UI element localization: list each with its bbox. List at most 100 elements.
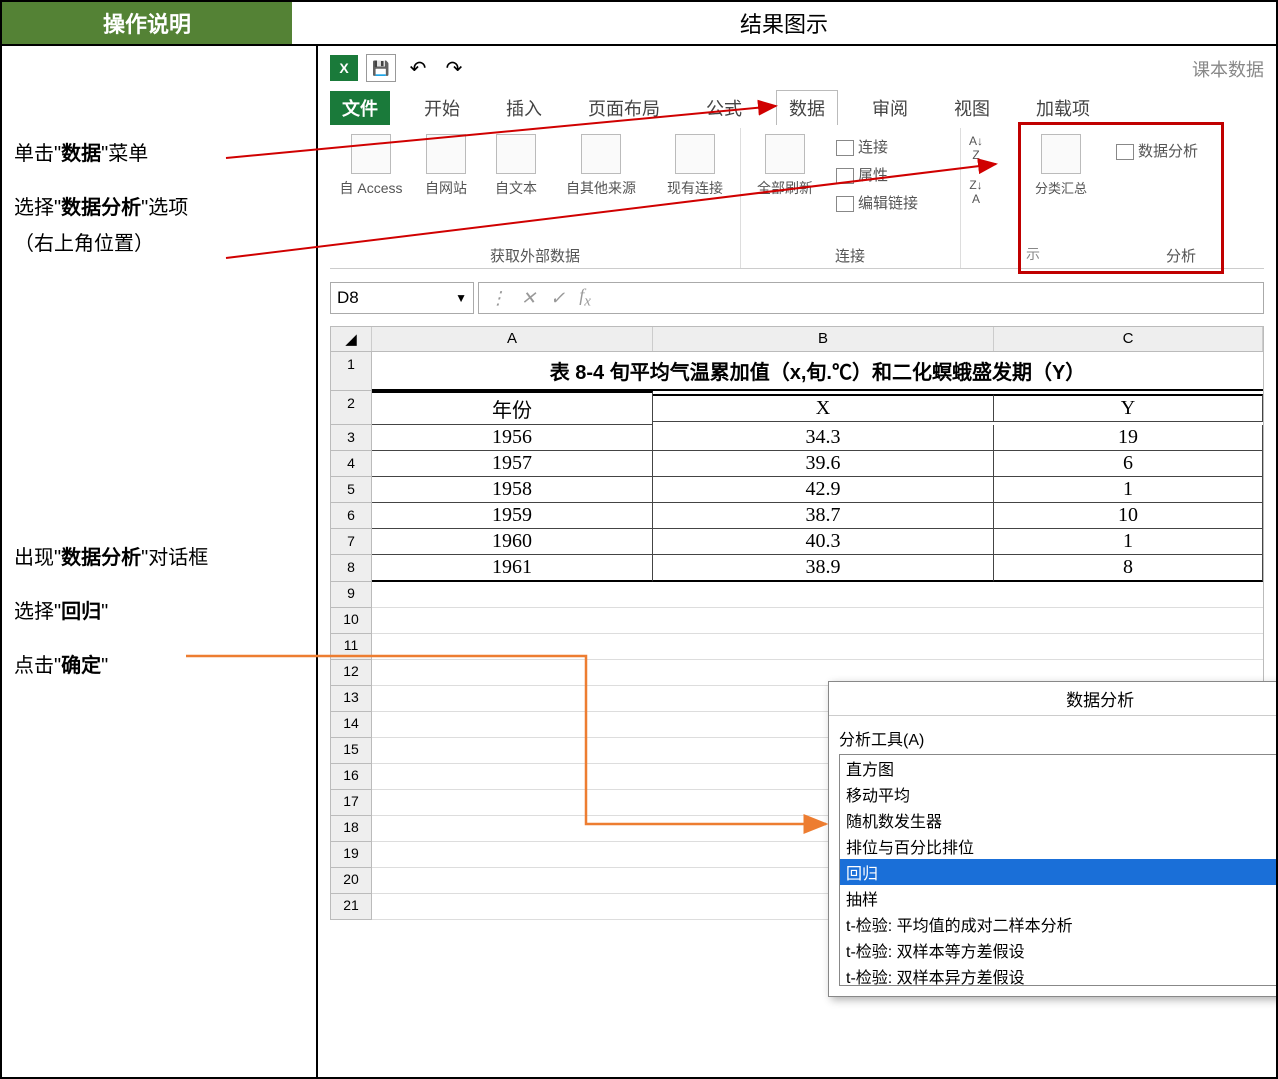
dialog-titlebar[interactable]: 数据分析 ? ✕ <box>829 682 1278 716</box>
row-num[interactable]: 15 <box>331 738 372 764</box>
row-num[interactable]: 3 <box>331 425 372 451</box>
btn-from-web[interactable]: 自网站 <box>416 134 476 198</box>
row-num[interactable]: 6 <box>331 503 372 529</box>
editlink-icon <box>836 196 854 212</box>
btn-from-text[interactable]: 自文本 <box>486 134 546 198</box>
btn-properties[interactable]: 属性 <box>836 164 888 185</box>
btn-sort-asc[interactable]: A↓Z <box>964 134 988 162</box>
cell[interactable]: 40.3 <box>653 529 994 555</box>
tab-file[interactable]: 文件 <box>330 91 390 125</box>
tab-layout[interactable]: 页面布局 <box>576 91 672 125</box>
cell[interactable]: 1 <box>994 477 1263 503</box>
quick-access-toolbar: X 💾 ↶ ↷ <box>330 54 468 82</box>
tab-data[interactable]: 数据 <box>776 90 838 125</box>
cell[interactable]: X <box>653 394 994 422</box>
btn-data-analysis[interactable]: 数据分析 <box>1116 140 1198 161</box>
page-header: 操作说明 结果图示 <box>2 2 1276 46</box>
fx-icon[interactable]: fx <box>579 285 591 311</box>
formula-bar[interactable]: ⋮ ✕ ✓ fx <box>478 282 1264 314</box>
dialog-title: 数据分析 <box>837 686 1278 711</box>
cancel-x-icon[interactable]: ✕ <box>521 288 536 309</box>
access-icon <box>351 134 391 174</box>
analysis-icon <box>1116 144 1134 160</box>
row-num[interactable]: 4 <box>331 451 372 477</box>
list-item[interactable]: 移动平均 <box>840 781 1278 807</box>
undo-icon[interactable]: ↶ <box>404 55 432 81</box>
dialog-body: 分析工具(A) 直方图移动平均随机数发生器排位与百分比排位回归抽样t-检验: 平… <box>829 716 1278 996</box>
cell[interactable]: 38.9 <box>653 555 994 582</box>
redo-icon[interactable]: ↷ <box>440 55 468 81</box>
btn-refresh-all[interactable]: 全部刷新 <box>750 134 820 198</box>
row-num[interactable]: 12 <box>331 660 372 686</box>
cell[interactable]: 1959 <box>372 503 653 529</box>
cell[interactable]: 38.7 <box>653 503 994 529</box>
row-num[interactable]: 17 <box>331 790 372 816</box>
chevron-down-icon[interactable]: ▼ <box>455 291 467 305</box>
cell[interactable]: 39.6 <box>653 451 994 477</box>
ribbon-group-connections: 全部刷新 连接 属性 编辑链接 连接 <box>740 128 961 268</box>
cell[interactable]: 19 <box>994 425 1263 451</box>
row-num[interactable]: 13 <box>331 686 372 712</box>
select-all-corner[interactable]: ◢ <box>331 327 372 351</box>
tools-listbox[interactable]: 直方图移动平均随机数发生器排位与百分比排位回归抽样t-检验: 平均值的成对二样本… <box>839 754 1278 986</box>
list-item[interactable]: t-检验: 平均值的成对二样本分析 <box>840 911 1278 937</box>
tab-formula[interactable]: 公式 <box>694 91 754 125</box>
col-A[interactable]: A <box>372 327 653 351</box>
cell[interactable]: 年份 <box>372 391 653 425</box>
tab-addin[interactable]: 加载项 <box>1024 91 1102 125</box>
row-num[interactable]: 14 <box>331 712 372 738</box>
cell[interactable]: 1957 <box>372 451 653 477</box>
row-num[interactable]: 7 <box>331 529 372 555</box>
tab-home[interactable]: 开始 <box>412 91 472 125</box>
cell[interactable]: 1956 <box>372 425 653 451</box>
list-item[interactable]: 随机数发生器 <box>840 807 1278 833</box>
row-num[interactable]: 5 <box>331 477 372 503</box>
btn-subtotal[interactable]: 分类汇总 <box>1026 134 1096 197</box>
cell[interactable]: 1961 <box>372 555 653 582</box>
row-num[interactable]: 1 <box>331 352 372 391</box>
cell[interactable]: 6 <box>994 451 1263 477</box>
cell[interactable]: 42.9 <box>653 477 994 503</box>
btn-from-access[interactable]: 自 Access <box>336 134 406 198</box>
btn-from-other[interactable]: 自其他来源 <box>556 134 646 198</box>
column-headers: ◢ A B C <box>330 326 1264 352</box>
row-num[interactable]: 20 <box>331 868 372 894</box>
tab-view[interactable]: 视图 <box>942 91 1002 125</box>
list-item[interactable]: t-检验: 双样本异方差假设 <box>840 963 1278 986</box>
row-num[interactable]: 10 <box>331 608 372 634</box>
row-num[interactable]: 2 <box>331 391 372 425</box>
cell[interactable]: Y <box>994 394 1263 422</box>
row-num[interactable]: 8 <box>331 555 372 582</box>
col-C[interactable]: C <box>994 327 1263 351</box>
row-num[interactable]: 9 <box>331 582 372 608</box>
save-icon[interactable]: 💾 <box>366 54 396 82</box>
table-row: 8 1961 38.9 8 <box>330 555 1264 582</box>
list-item[interactable]: 直方图 <box>840 755 1278 781</box>
cell[interactable]: 1 <box>994 529 1263 555</box>
row-num[interactable]: 16 <box>331 764 372 790</box>
step-3: 出现"数据分析"对话框 <box>14 540 304 576</box>
cell[interactable]: 1960 <box>372 529 653 555</box>
list-item[interactable]: 排位与百分比排位 <box>840 833 1278 859</box>
list-item[interactable]: t-检验: 双样本等方差假设 <box>840 937 1278 963</box>
tab-review[interactable]: 审阅 <box>860 91 920 125</box>
row-num[interactable]: 18 <box>331 816 372 842</box>
list-item[interactable]: 抽样 <box>840 885 1278 911</box>
cell[interactable]: 1958 <box>372 477 653 503</box>
btn-existing-conn[interactable]: 现有连接 <box>660 134 730 198</box>
col-B[interactable]: B <box>653 327 994 351</box>
name-box[interactable]: D8 ▼ <box>330 282 474 314</box>
row-num[interactable]: 19 <box>331 842 372 868</box>
btn-connections[interactable]: 连接 <box>836 136 888 157</box>
row-num[interactable]: 21 <box>331 894 372 920</box>
list-item[interactable]: 回归 <box>840 859 1278 885</box>
enter-check-icon[interactable]: ✓ <box>550 288 565 309</box>
row-num[interactable]: 11 <box>331 634 372 660</box>
cell[interactable]: 34.3 <box>653 425 994 451</box>
tab-insert[interactable]: 插入 <box>494 91 554 125</box>
btn-sort-desc[interactable]: Z↓A <box>964 178 988 206</box>
cell[interactable]: 10 <box>994 503 1263 529</box>
btn-edit-links[interactable]: 编辑链接 <box>836 192 918 213</box>
cell[interactable]: 8 <box>994 555 1263 582</box>
tools-list-label: 分析工具(A) <box>839 726 1278 750</box>
